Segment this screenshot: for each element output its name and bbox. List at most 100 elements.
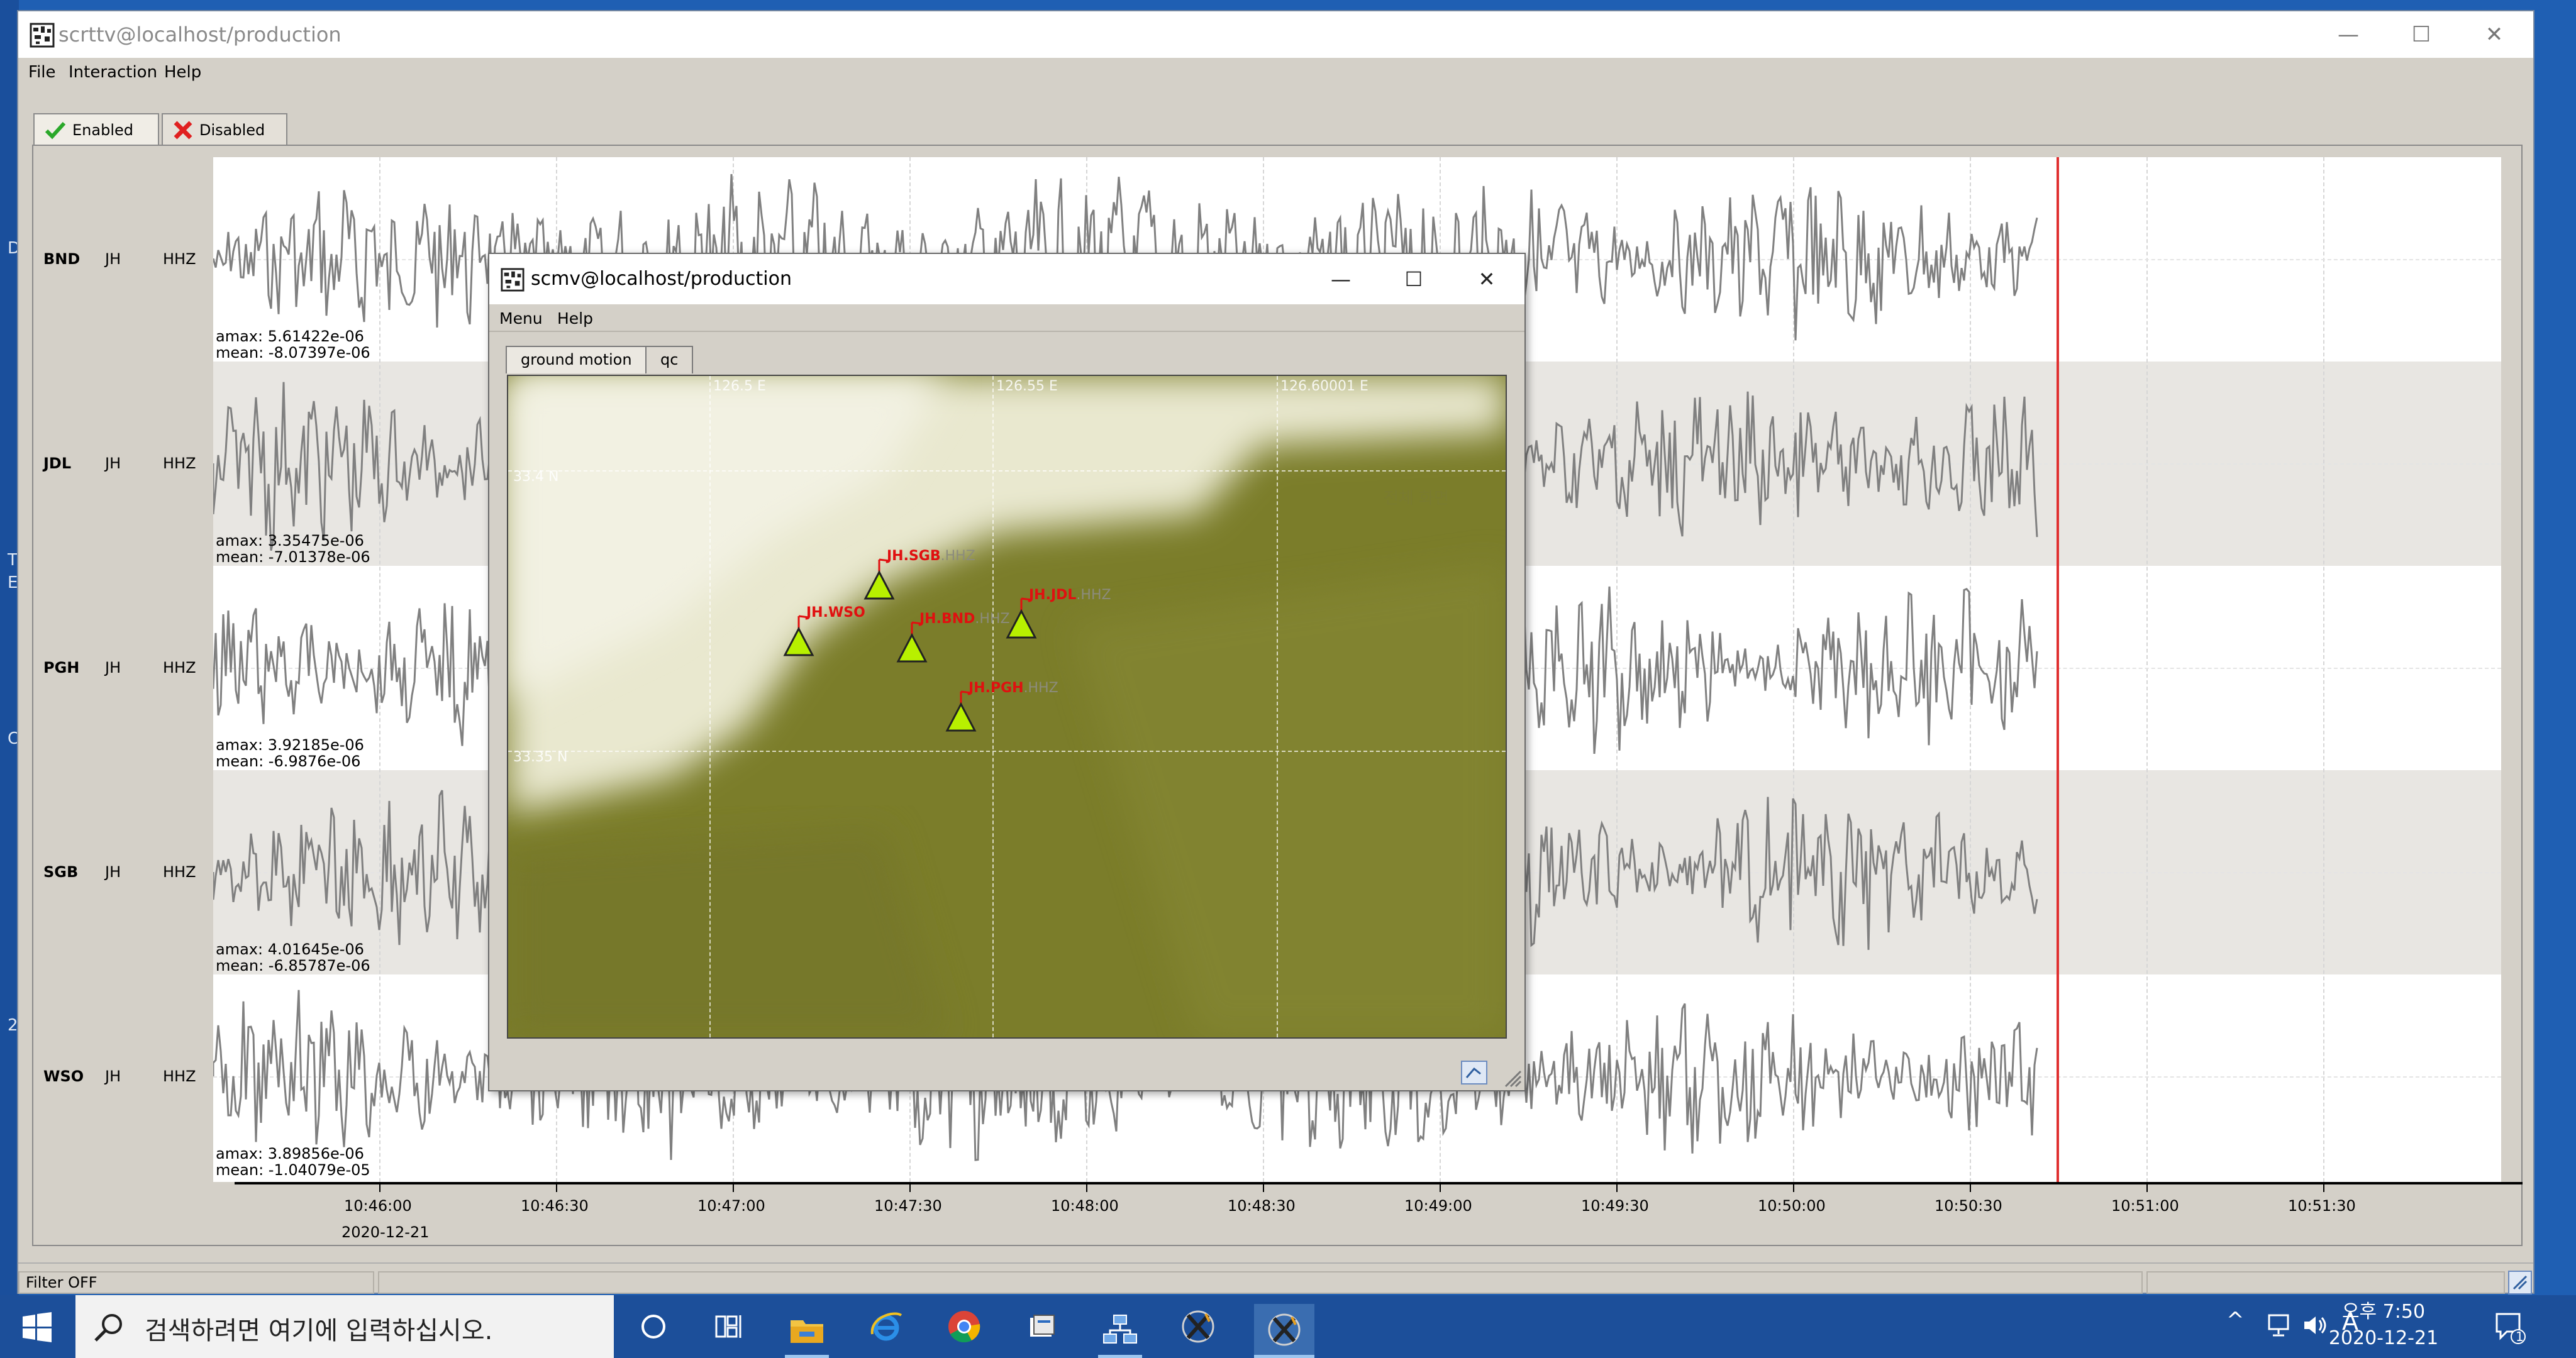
menu-bar: File Interaction Help	[18, 59, 2533, 84]
popup-title: scmv@localhost/production	[531, 268, 792, 290]
popup-maximize-button[interactable]: ☐	[1396, 262, 1431, 297]
axis-time-label: 10:48:30	[1228, 1197, 1296, 1215]
windows-start-icon[interactable]	[21, 1311, 53, 1343]
check-icon	[45, 121, 66, 140]
file-explorer-icon[interactable]	[785, 1304, 829, 1358]
station-label: JH.WSO	[806, 605, 865, 621]
popup-close-button[interactable]: ✕	[1469, 262, 1504, 297]
trace-amax: amax: 3.89856e-06	[216, 1145, 364, 1162]
task-view-icon[interactable]	[707, 1304, 751, 1349]
axis-tick	[1970, 1183, 1971, 1192]
desktop-glyph: C	[8, 729, 19, 748]
popup-menu-bar: Menu Help	[489, 304, 1524, 332]
tab-disabled[interactable]: Disabled	[162, 113, 287, 146]
popup-title-bar[interactable]: scmv@localhost/production — ☐ ✕	[489, 254, 1524, 304]
x-app-active-icon[interactable]	[1254, 1304, 1314, 1358]
map-terrain	[508, 376, 1506, 1037]
fullscreen-icon[interactable]	[1460, 1060, 1488, 1085]
menu-menu[interactable]: Menu	[499, 309, 543, 328]
axis-tick	[1793, 1183, 1794, 1192]
window-title: scrttv@localhost/production	[58, 23, 341, 47]
station-channel: .HHZ	[940, 548, 975, 564]
scmv-window: scmv@localhost/production — ☐ ✕ Menu Hel…	[488, 253, 1526, 1091]
maximize-button[interactable]: ☐	[2403, 16, 2440, 53]
internet-explorer-icon[interactable]	[864, 1304, 908, 1349]
status-cell-middle	[378, 1271, 2143, 1294]
menu-interaction[interactable]: Interaction	[69, 63, 157, 82]
trace-network-label: JH	[105, 455, 121, 472]
chrome-icon[interactable]	[942, 1304, 986, 1349]
axis-tick	[556, 1183, 557, 1192]
clock-date: 2020-12-21	[2328, 1327, 2439, 1349]
station-code: JH.PGH	[969, 680, 1024, 696]
station-channel: .HHZ	[1076, 587, 1111, 603]
search-icon	[94, 1314, 122, 1342]
app-icon	[501, 268, 525, 292]
trace-network-label: JH	[105, 863, 121, 881]
popup-minimize-button[interactable]: —	[1323, 262, 1358, 297]
desktop-glyph: 2	[8, 1016, 18, 1035]
axis-time-label: 10:50:30	[1935, 1197, 2002, 1215]
resize-grip-icon[interactable]	[2507, 1270, 2533, 1295]
x-app-icon[interactable]	[1176, 1304, 1220, 1349]
title-bar[interactable]: scrttv@localhost/production — ☐ ✕	[18, 11, 2533, 58]
resize-grip-icon[interactable]	[1503, 1069, 1522, 1088]
station-label: JH.JDL.HHZ	[1029, 587, 1111, 603]
tab-label: Disabled	[199, 121, 265, 139]
network-tray-icon[interactable]	[2267, 1313, 2292, 1338]
trace-channel-label: HHZ	[163, 455, 196, 472]
fullscreen-overlay-text: 전체 화면	[1384, 489, 1449, 508]
axis-tick	[909, 1183, 911, 1192]
trace-station-label: PGH	[43, 659, 80, 676]
axis-tick	[2146, 1183, 2148, 1192]
tab-enabled[interactable]: Enabled	[33, 113, 159, 146]
taskbar-clock[interactable]: 오후 7:50 2020-12-21	[2321, 1299, 2446, 1352]
trace-station-label: WSO	[43, 1068, 84, 1085]
notification-count: 1	[2516, 1329, 2524, 1344]
station-channel: .HHZ	[1023, 680, 1058, 696]
minimize-button[interactable]: —	[2330, 16, 2367, 53]
lat-label: 33.4 N	[513, 469, 559, 485]
axis-tick	[2323, 1183, 2324, 1192]
lon-label: 126.55 E	[996, 378, 1058, 394]
lon-label: 126.60001 E	[1280, 378, 1368, 394]
trace-amax: amax: 3.35475e-06	[216, 532, 364, 549]
axis-date: 2020-12-21	[341, 1223, 430, 1241]
axis-time-label: 10:51:00	[2111, 1197, 2179, 1215]
folder-app-icon[interactable]	[1020, 1304, 1064, 1349]
station-channel: .HHZ	[975, 611, 1010, 627]
trace-network-label: JH	[105, 1068, 121, 1085]
menu-help[interactable]: Help	[557, 309, 593, 328]
taskbar-search-placeholder: 검색하려면 여기에 입력하십시오.	[145, 1317, 493, 1345]
axis-tick	[733, 1183, 734, 1192]
tray-chevron-icon[interactable]: ^	[2226, 1308, 2245, 1333]
menu-help[interactable]: Help	[164, 63, 201, 82]
close-button[interactable]: ✕	[2476, 16, 2512, 53]
trace-channel-label: HHZ	[163, 1068, 196, 1085]
tab-qc[interactable]: qc	[645, 346, 694, 373]
axis-tick	[1263, 1183, 1264, 1192]
app-icon	[30, 23, 55, 48]
lat-label: 33.35 N	[513, 749, 568, 765]
trace-channel-label: HHZ	[163, 659, 196, 676]
trace-mean: mean: -6.85787e-06	[216, 957, 370, 974]
desktop-glyph: T	[8, 551, 18, 570]
trace-channel-label: HHZ	[163, 250, 196, 268]
trace-mean: mean: -1.04079e-05	[216, 1161, 370, 1179]
station-map[interactable]: 126.5 E 126.55 E 126.60001 E 33.4 N 33.3…	[507, 375, 1507, 1039]
axis-tick	[1440, 1183, 1441, 1192]
clock-time: 오후 7:50	[2341, 1301, 2426, 1323]
network-app-icon[interactable]	[1098, 1304, 1142, 1358]
axis-time-label: 10:47:00	[697, 1197, 765, 1215]
tab-label: Enabled	[72, 121, 133, 139]
trace-mean: mean: -8.07397e-06	[216, 344, 370, 362]
axis-time-label: 10:47:30	[874, 1197, 942, 1215]
axis-time-label: 10:46:00	[344, 1197, 412, 1215]
station-code: JH.BND	[919, 611, 975, 627]
cortana-icon[interactable]	[631, 1304, 675, 1349]
station-code: JH.JDL	[1029, 587, 1077, 603]
menu-file[interactable]: File	[28, 63, 56, 82]
station-label: JH.BND.HHZ	[919, 611, 1010, 627]
desktop-background	[0, 0, 19, 1295]
tab-ground-motion[interactable]: ground motion	[506, 346, 647, 373]
